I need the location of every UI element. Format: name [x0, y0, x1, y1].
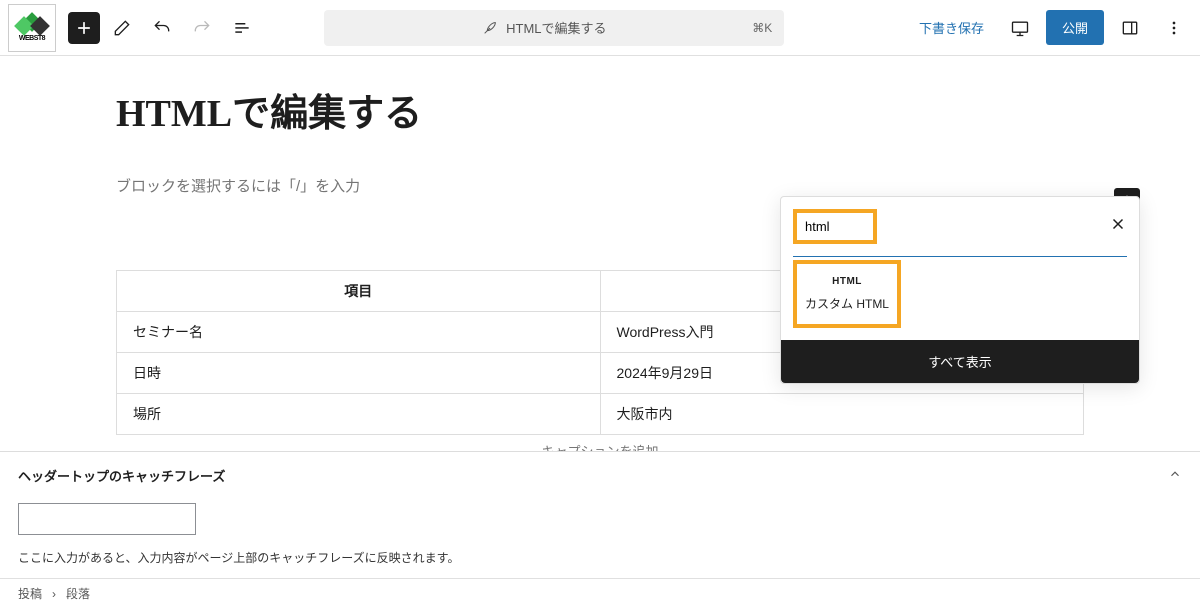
html-block-icon: HTML	[832, 276, 862, 287]
table-row: 場所 大阪市内	[117, 394, 1084, 435]
redo-icon	[192, 18, 212, 38]
plus-icon	[74, 18, 94, 38]
clear-search-button[interactable]	[1109, 215, 1127, 238]
metabox-toggle[interactable]	[1168, 467, 1182, 484]
table-header-cell[interactable]: 項目	[117, 271, 601, 312]
feather-icon	[482, 20, 498, 36]
block-placeholder[interactable]: ブロックを選択するには「/」を入力	[116, 175, 1140, 196]
options-button[interactable]	[1156, 10, 1192, 46]
block-breadcrumb: 投稿 › 段落	[0, 578, 1200, 608]
sidebar-icon	[1120, 18, 1140, 38]
highlight-result: HTML カスタム HTML	[793, 260, 901, 328]
save-draft-link[interactable]: 下書き保存	[909, 12, 994, 43]
close-icon	[1109, 215, 1127, 233]
breadcrumb-root[interactable]: 投稿	[18, 585, 42, 602]
logo-text: WEBST8	[19, 35, 45, 42]
undo-icon	[152, 18, 172, 38]
show-all-blocks-button[interactable]: すべて表示	[781, 340, 1139, 383]
command-shortcut: ⌘K	[752, 21, 772, 35]
site-logo[interactable]: WEBST8	[8, 4, 56, 52]
table-cell[interactable]: セミナー名	[117, 312, 601, 353]
top-toolbar: WEBST8 HTMLで編集する ⌘K 下書き保存 公開	[0, 0, 1200, 56]
block-option-label: カスタム HTML	[805, 295, 889, 312]
redo-button[interactable]	[184, 10, 220, 46]
sidebar-toggle-button[interactable]	[1112, 10, 1148, 46]
block-inserter-popup: HTML カスタム HTML すべて表示	[780, 196, 1140, 384]
block-option-custom-html[interactable]: HTML カスタム HTML	[797, 264, 897, 324]
catchphrase-input[interactable]	[18, 503, 196, 535]
block-search-input[interactable]	[799, 215, 871, 238]
header-catchphrase-metabox: ヘッダートップのキャッチフレーズ ここに入力があると、入力内容がページ上部のキャ…	[0, 451, 1200, 576]
undo-button[interactable]	[144, 10, 180, 46]
document-title-text: HTMLで編集する	[506, 18, 606, 37]
table-cell[interactable]: 日時	[117, 353, 601, 394]
more-vertical-icon	[1164, 18, 1184, 38]
chevron-up-icon	[1168, 467, 1182, 481]
list-icon	[232, 18, 252, 38]
metabox-title: ヘッダートップのキャッチフレーズ	[18, 466, 225, 485]
table-cell[interactable]: 大阪市内	[600, 394, 1084, 435]
add-block-button[interactable]	[68, 12, 100, 44]
breadcrumb-current[interactable]: 段落	[66, 585, 90, 602]
page-title[interactable]: HTMLで編集する	[116, 82, 1140, 137]
document-title-bar[interactable]: HTMLで編集する ⌘K	[324, 10, 784, 46]
pencil-icon	[112, 18, 132, 38]
edit-tool-button[interactable]	[104, 10, 140, 46]
highlight-search	[793, 209, 877, 244]
document-overview-button[interactable]	[224, 10, 260, 46]
preview-button[interactable]	[1002, 10, 1038, 46]
breadcrumb-separator: ›	[52, 587, 56, 601]
publish-button[interactable]: 公開	[1046, 10, 1104, 45]
table-cell[interactable]: 場所	[117, 394, 601, 435]
desktop-icon	[1010, 18, 1030, 38]
metabox-description: ここに入力があると、入力内容がページ上部のキャッチフレーズに反映されます。	[18, 549, 1182, 566]
